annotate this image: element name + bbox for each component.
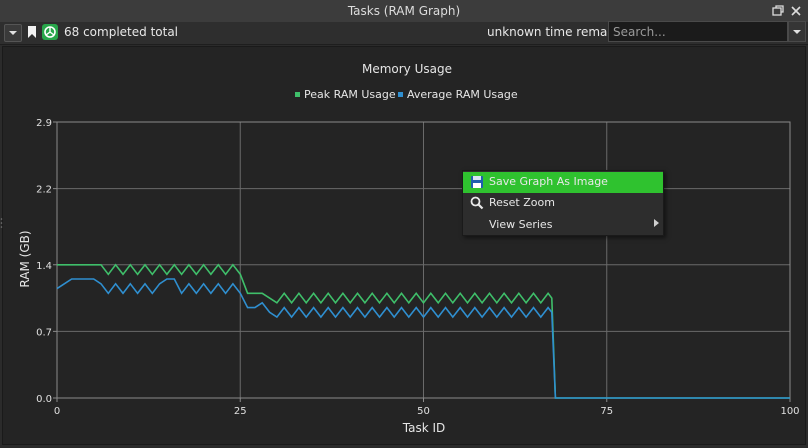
search-input[interactable] [608, 21, 788, 42]
chart-grid [57, 122, 790, 398]
legend-label[interactable]: Peak RAM Usage [304, 88, 396, 101]
save-icon [471, 176, 483, 188]
resize-grip-icon[interactable] [0, 214, 3, 228]
x-tick-label: 100 [780, 406, 799, 417]
y-tick-label: 1.4 [36, 261, 52, 272]
chart-legend: Peak RAM Usage Average RAM Usage [295, 88, 518, 101]
y-tick-label: 0.7 [36, 327, 52, 338]
ram-graph-window: Tasks (RAM Graph) 68 completed total unk… [0, 0, 808, 447]
search-dropdown-button[interactable] [788, 21, 806, 42]
legend-swatch [398, 92, 403, 97]
x-tick-label: 25 [234, 406, 247, 417]
magnifier-icon [470, 196, 484, 210]
dropdown-icon[interactable] [4, 24, 22, 42]
x-axis-label: Task ID [402, 421, 446, 435]
chart-title: Memory Usage [362, 62, 452, 76]
pie-icon[interactable] [42, 24, 58, 40]
memory-usage-chart[interactable]: Memory Usage Peak RAM Usage Average RAM U… [3, 47, 805, 444]
x-tick-label: 0 [54, 406, 60, 417]
completed-count: 68 completed total [64, 25, 179, 39]
chart-axes: 0 25 50 75 100 0.0 0.7 1.4 2.2 2.9 [36, 118, 799, 417]
menu-item-label: View Series [489, 218, 553, 231]
window-title: Tasks (RAM Graph) [347, 4, 461, 18]
submenu-arrow-icon [654, 219, 659, 227]
bookmark-icon[interactable] [24, 24, 40, 40]
close-icon[interactable] [788, 3, 804, 19]
x-tick-label: 75 [600, 406, 613, 417]
title-bar[interactable]: Tasks (RAM Graph) [0, 0, 808, 23]
y-tick-label: 2.2 [36, 185, 52, 196]
restore-icon[interactable] [770, 3, 786, 19]
chart-panel[interactable]: Memory Usage Peak RAM Usage Average RAM U… [2, 46, 806, 445]
y-tick-label: 0.0 [36, 394, 52, 405]
legend-label[interactable]: Average RAM Usage [407, 88, 518, 101]
context-menu: Save Graph As Image Reset Zoom View Seri… [462, 170, 664, 236]
menu-item-label: Reset Zoom [489, 196, 555, 209]
menu-item-view-series[interactable]: View Series [463, 215, 663, 236]
legend-swatch [295, 92, 300, 97]
menu-item-label: Save Graph As Image [489, 175, 608, 188]
x-tick-label: 50 [417, 406, 430, 417]
menu-item-reset-zoom[interactable]: Reset Zoom [463, 193, 663, 214]
y-axis-label: RAM (GB) [18, 230, 32, 287]
menu-item-save-graph[interactable]: Save Graph As Image [463, 172, 663, 193]
y-tick-label: 2.9 [36, 118, 52, 129]
